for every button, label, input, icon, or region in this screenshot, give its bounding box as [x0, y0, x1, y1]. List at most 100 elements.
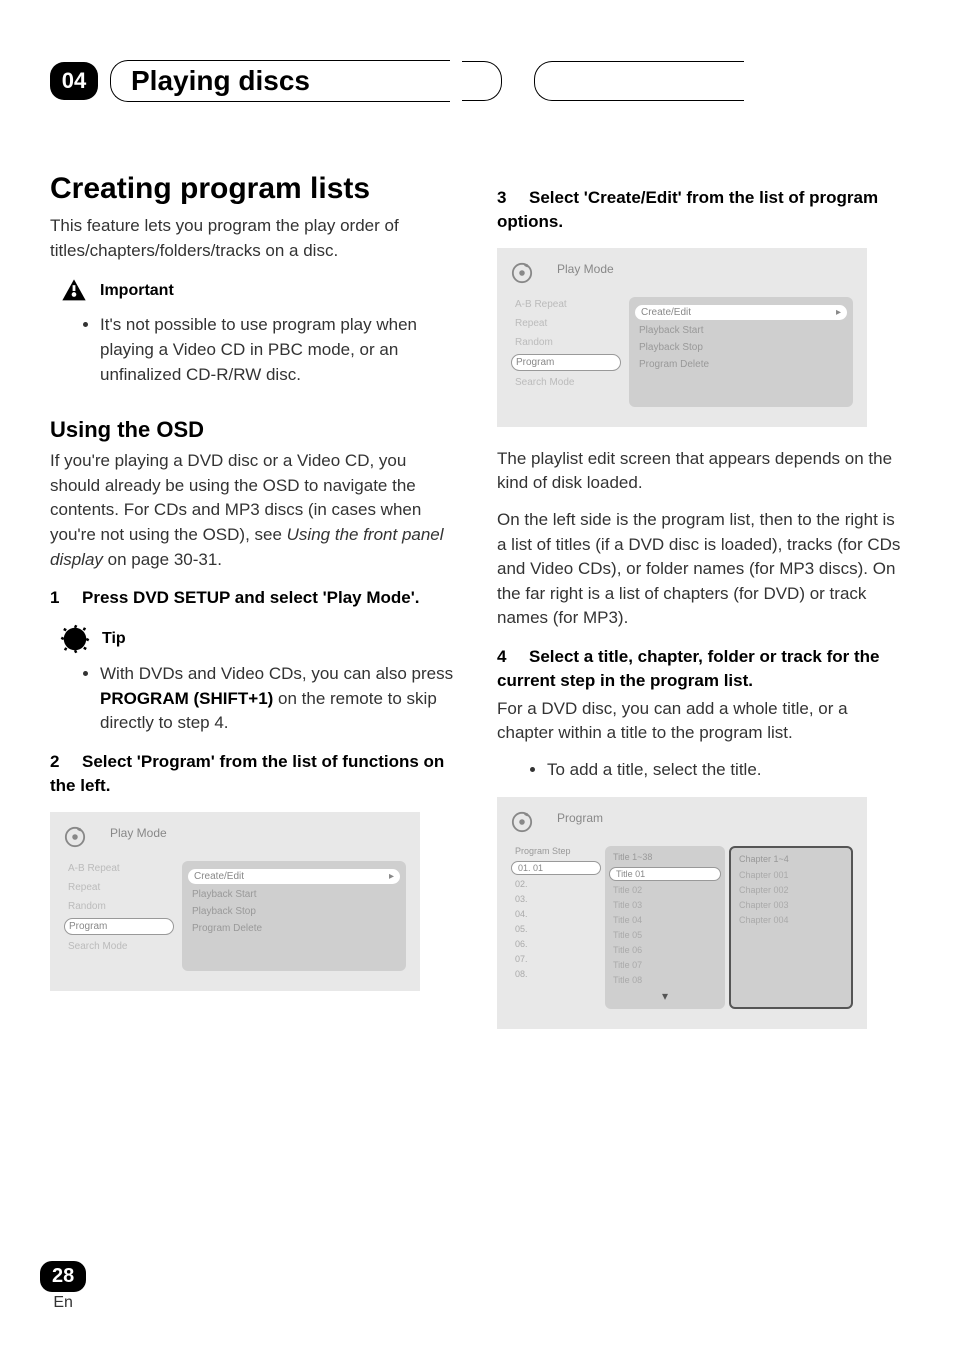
- osd4-program-column: Program Step 01. 01 02. 03. 04. 05. 06. …: [511, 846, 601, 1009]
- osd4-prog-item: 03.: [511, 893, 601, 905]
- osd4-title-item: Title 05: [609, 929, 721, 941]
- page-footer: 28 En: [40, 1261, 86, 1312]
- osd4-prog-item: 04.: [511, 908, 601, 920]
- osd3-left-item: Repeat: [511, 316, 621, 331]
- osd2-right-item: Playback Stop: [188, 905, 400, 918]
- important-list: It's not possible to use program play wh…: [50, 313, 457, 387]
- osd2-left-item-selected: Program: [64, 918, 174, 935]
- osd4-title-item: Title 04: [609, 914, 721, 926]
- osd3-right-item-selected: Create/Edit ▸: [635, 305, 847, 320]
- subsection-heading: Using the OSD: [50, 417, 457, 443]
- page-number: 28: [40, 1261, 86, 1292]
- osd3-right-item: Playback Start: [635, 324, 847, 337]
- osd-intro: If you're playing a DVD disc or a Video …: [50, 449, 457, 572]
- osd3-left-list: A-B Repeat Repeat Random Program Search …: [511, 297, 621, 407]
- osd3-right-item-label: Create/Edit: [641, 307, 691, 318]
- chevron-right-icon: ▸: [389, 871, 394, 882]
- arrow-down-icon: ▾: [609, 989, 721, 1003]
- osd4-top-label: Program: [557, 811, 603, 825]
- osd3-left-item: A-B Repeat: [511, 297, 621, 312]
- step3-body-2: On the left side is the program list, th…: [497, 508, 904, 631]
- osd4-chap-item: Chapter 003: [735, 899, 847, 911]
- disc-icon: [64, 826, 86, 848]
- osd-intro-text-2: on page 30-31.: [103, 550, 222, 569]
- osd4-title-item: Title 08: [609, 974, 721, 986]
- tip-callout: Tip: [60, 624, 457, 654]
- tip-icon: [60, 624, 90, 654]
- osd4-prog-item: 02.: [511, 878, 601, 890]
- section-heading: Creating program lists: [50, 172, 457, 206]
- step-2-text: Select 'Program' from the list of functi…: [50, 752, 444, 795]
- osd2-right-item: Program Delete: [188, 922, 400, 935]
- osd4-title-item: Title 03: [609, 899, 721, 911]
- osd4-prog-header: Program Step: [511, 846, 601, 858]
- chevron-right-icon: ▸: [836, 307, 841, 318]
- chapter-title: Playing discs: [110, 60, 450, 102]
- step-1-heading: 1Press DVD SETUP and select 'Play Mode'.: [50, 586, 457, 610]
- osd4-prog-item: 07.: [511, 953, 601, 965]
- important-label: Important: [100, 282, 174, 300]
- osd4-title-item: Title 06: [609, 944, 721, 956]
- osd-panel-step2: Play Mode A-B Repeat Repeat Random Progr…: [50, 812, 420, 991]
- tip-bullet: With DVDs and Video CDs, you can also pr…: [100, 662, 457, 736]
- step-4-text: Select a title, chapter, folder or track…: [497, 647, 880, 690]
- osd2-right-item-selected: Create/Edit ▸: [188, 869, 400, 884]
- osd3-right-item: Playback Stop: [635, 341, 847, 354]
- osd3-right-pane: Create/Edit ▸ Playback Start Playback Sto…: [629, 297, 853, 407]
- osd3-left-item: Random: [511, 335, 621, 350]
- osd2-right-pane: Create/Edit ▸ Playback Start Playback Sto…: [182, 861, 406, 971]
- page-header: 04 Playing discs: [50, 60, 904, 102]
- disc-icon: [511, 811, 533, 833]
- osd2-left-item: A-B Repeat: [64, 861, 174, 876]
- osd3-right-item: Program Delete: [635, 358, 847, 371]
- osd-panel-step3: Play Mode A-B Repeat Repeat Random Progr…: [497, 248, 867, 427]
- osd4-prog-item: 05.: [511, 923, 601, 935]
- osd2-right-item: Playback Start: [188, 888, 400, 901]
- tip-list: With DVDs and Video CDs, you can also pr…: [50, 662, 457, 736]
- important-icon: [60, 277, 88, 305]
- step-4-number: 4: [497, 645, 529, 669]
- osd2-right-item-label: Create/Edit: [194, 871, 244, 882]
- important-callout: Important: [60, 277, 457, 305]
- left-column: Creating program lists This feature lets…: [50, 172, 457, 1049]
- important-bullet: It's not possible to use program play wh…: [100, 313, 457, 387]
- osd3-left-item: Search Mode: [511, 375, 621, 390]
- osd2-left-list: A-B Repeat Repeat Random Program Search …: [64, 861, 174, 971]
- osd4-title-column: Title 1~38 Title 01 Title 02 Title 03 Ti…: [605, 846, 725, 1009]
- tip-bullet-pre: With DVDs and Video CDs, you can also pr…: [100, 664, 453, 683]
- osd4-prog-item-selected: 01. 01: [511, 861, 601, 875]
- page-language: En: [40, 1294, 86, 1312]
- osd4-title-item-selected: Title 01: [609, 867, 721, 881]
- osd4-chapter-column: Chapter 1~4 Chapter 001 Chapter 002 Chap…: [729, 846, 853, 1009]
- osd4-chap-header: Chapter 1~4: [735, 854, 847, 866]
- chapter-number-badge: 04: [50, 62, 98, 100]
- step4-body: For a DVD disc, you can add a whole titl…: [497, 697, 904, 746]
- right-column: 3Select 'Create/Edit' from the list of p…: [497, 172, 904, 1049]
- osd2-left-item: Random: [64, 899, 174, 914]
- step-3-text: Select 'Create/Edit' from the list of pr…: [497, 188, 878, 231]
- tip-bullet-bold: PROGRAM (SHIFT+1): [100, 689, 273, 708]
- osd2-left-item: Repeat: [64, 880, 174, 895]
- osd4-title-item: Title 02: [609, 884, 721, 896]
- header-decor-arc-left: [462, 61, 502, 101]
- osd4-title-header: Title 1~38: [609, 852, 721, 864]
- osd4-title-item: Title 07: [609, 959, 721, 971]
- osd4-prog-item: 08.: [511, 968, 601, 980]
- step-3-number: 3: [497, 186, 529, 210]
- osd2-left-item: Search Mode: [64, 939, 174, 954]
- tip-label: Tip: [102, 630, 126, 648]
- step-1-number: 1: [50, 586, 82, 610]
- osd4-chap-item: Chapter 001: [735, 869, 847, 881]
- osd3-top-label: Play Mode: [557, 262, 614, 276]
- osd4-chap-item: Chapter 002: [735, 884, 847, 896]
- step4-bullet: To add a title, select the title.: [547, 758, 904, 783]
- step4-list: To add a title, select the title.: [497, 758, 904, 783]
- step-2-heading: 2Select 'Program' from the list of funct…: [50, 750, 457, 798]
- intro-paragraph: This feature lets you program the play o…: [50, 214, 457, 263]
- osd3-left-item-selected: Program: [511, 354, 621, 371]
- step-2-number: 2: [50, 750, 82, 774]
- step-1-text: Press DVD SETUP and select 'Play Mode'.: [82, 588, 420, 607]
- step3-body-1: The playlist edit screen that appears de…: [497, 447, 904, 496]
- header-decor-arc-right: [534, 61, 744, 101]
- disc-icon: [511, 262, 533, 284]
